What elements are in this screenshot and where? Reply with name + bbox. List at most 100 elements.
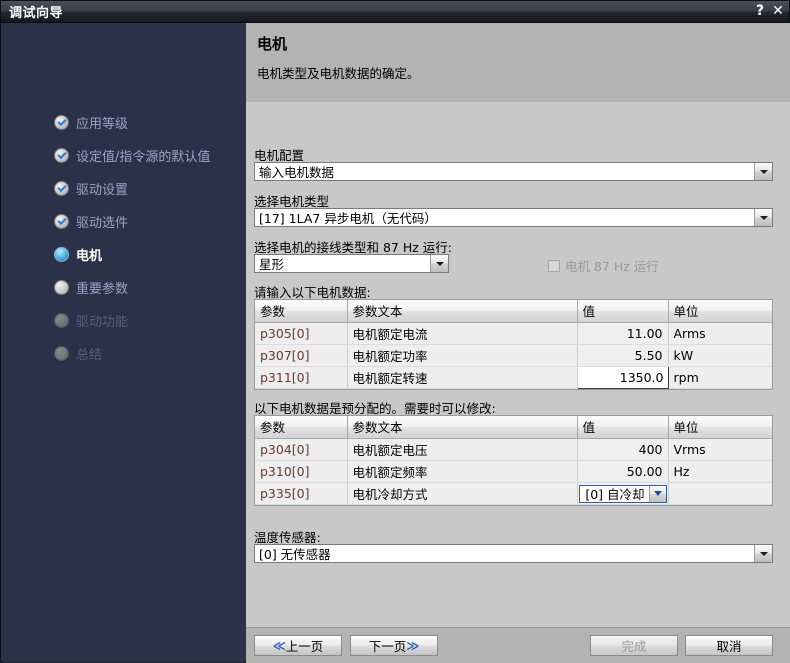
sidebar-item-label: 重要参数 xyxy=(76,281,129,297)
cell-unit: Arms xyxy=(668,322,772,345)
sidebar-item-label: 设定值/指令源的默认值 xyxy=(76,149,211,165)
cell-value[interactable]: 50.00 xyxy=(577,460,669,483)
sidebar-item-summary: 总结 xyxy=(54,344,102,363)
sidebar-item-drive-options[interactable]: 驱动选件 xyxy=(54,212,129,231)
sidebar-item-drive-settings[interactable]: 驱动设置 xyxy=(54,179,129,198)
hz87-checkbox-label: 电机 87 Hz 运行 xyxy=(565,259,659,274)
col-header-unit[interactable]: 单位 xyxy=(668,300,772,323)
sidebar-item-motor[interactable]: 电机 xyxy=(54,245,103,264)
col-header-param-text[interactable]: 参数文本 xyxy=(347,300,578,323)
col-header-param-text[interactable]: 参数文本 xyxy=(347,416,578,439)
sidebar-item-important-parameters[interactable]: 重要参数 xyxy=(54,278,129,297)
cell-param: p307[0] xyxy=(255,344,348,367)
checkbox-box-icon xyxy=(548,259,560,272)
chevron-down-icon[interactable] xyxy=(430,255,448,272)
next-arrow-icon: ≫ xyxy=(406,638,420,653)
sidebar-item-setpoint-defaults[interactable]: 设定值/指令源的默认值 xyxy=(54,146,211,165)
col-header-value[interactable]: 值 xyxy=(577,416,669,439)
col-header-unit[interactable]: 单位 xyxy=(668,416,772,439)
table-row: p305[0] 电机额定电流 11.00 Arms xyxy=(255,322,772,345)
table-row: p307[0] 电机额定功率 5.50 kW xyxy=(255,344,772,367)
table-row: p311[0] 电机额定转速 1350.0 rpm xyxy=(255,366,772,389)
close-icon[interactable]: ✕ xyxy=(769,2,787,20)
cooling-type-select[interactable]: [0] 自冷却 xyxy=(578,484,667,503)
finish-button: 完成 xyxy=(590,635,678,656)
cell-unit xyxy=(668,482,772,505)
previous-button[interactable]: ≪ 上一页 xyxy=(254,635,342,656)
previous-button-label: 上一页 xyxy=(285,639,324,654)
pane-footer: ≪ 上一页 下一页 ≫ 完成 取消 xyxy=(246,627,790,663)
cell-unit: Vrms xyxy=(668,438,772,461)
table-row: p310[0] 电机额定频率 50.00 Hz xyxy=(255,460,772,483)
motor-data-preassigned-table: 参数 参数文本 值 单位 p304[0] 电机额定电压 400 Vrms p31… xyxy=(254,415,773,506)
cell-param-text: 电机额定转速 xyxy=(347,366,578,389)
temp-sensor-value: [0] 无传感器 xyxy=(259,547,331,562)
cooling-type-value: [0] 自冷却 xyxy=(585,487,645,502)
cell-value[interactable]: 400 xyxy=(577,438,669,461)
chevron-down-icon[interactable] xyxy=(754,163,772,180)
finish-button-label: 完成 xyxy=(621,639,647,654)
cell-param: p305[0] xyxy=(255,322,348,345)
step-pending-icon xyxy=(54,279,69,295)
step-disabled-icon xyxy=(54,345,69,361)
cell-value[interactable]: 5.50 xyxy=(577,344,669,367)
title-bar: 调试向导 ? ✕ xyxy=(1,1,789,23)
help-icon[interactable]: ? xyxy=(751,2,769,20)
cell-param-text: 电机额定电压 xyxy=(347,438,578,461)
chevron-down-icon[interactable] xyxy=(754,209,772,226)
cancel-button[interactable]: 取消 xyxy=(685,635,773,656)
sidebar-item-label: 电机 xyxy=(76,248,103,264)
title-bar-buttons: ? ✕ xyxy=(751,2,787,20)
sidebar-item-label: 驱动选件 xyxy=(76,215,129,231)
next-button-label: 下一页 xyxy=(368,639,407,654)
pane-header: 电机 电机类型及电机数据的确定。 xyxy=(246,23,790,102)
next-button[interactable]: 下一页 ≫ xyxy=(350,635,438,656)
connection-type-value: 星形 xyxy=(259,257,285,272)
motor-type-value: [17] 1LA7 异步电机（无代码） xyxy=(259,211,437,226)
sidebar-item-label: 应用等级 xyxy=(76,116,129,132)
cell-param-text: 电机额定频率 xyxy=(347,460,578,483)
cell-param-text: 电机额定电流 xyxy=(347,322,578,345)
page-title: 电机 xyxy=(257,35,288,53)
content-pane: 电机 电机类型及电机数据的确定。 电机配置 输入电机数据 选择电机类型 [17]… xyxy=(246,23,790,663)
connection-type-select[interactable]: 星形 xyxy=(254,254,449,273)
motor-type-select[interactable]: [17] 1LA7 异步电机（无代码） xyxy=(254,208,773,227)
wizard-steps-sidebar: 应用等级 设定值/指令源的默认值 驱动设置 驱动选件 电机 重要参数 驱动功能 xyxy=(2,23,245,662)
cell-param: p310[0] xyxy=(255,460,348,483)
chevron-down-icon[interactable] xyxy=(648,485,666,502)
motor-config-value: 输入电机数据 xyxy=(259,165,335,180)
table-header-row: 参数 参数文本 值 单位 xyxy=(255,416,772,439)
wizard-window: 调试向导 ? ✕ 应用等级 设定值/指令源的默认值 驱动设置 驱动选件 电机 重… xyxy=(0,0,790,663)
sidebar-item-application-level[interactable]: 应用等级 xyxy=(54,113,129,132)
table-row: p304[0] 电机额定电压 400 Vrms xyxy=(255,438,772,461)
col-header-value[interactable]: 值 xyxy=(577,300,669,323)
cell-value-combo[interactable]: [0] 自冷却 xyxy=(577,482,669,505)
step-complete-icon xyxy=(54,180,69,196)
col-header-param[interactable]: 参数 xyxy=(255,300,348,323)
cell-unit: Hz xyxy=(668,460,772,483)
table-header-row: 参数 参数文本 值 单位 xyxy=(255,300,772,323)
sidebar-item-label: 驱动功能 xyxy=(76,314,129,330)
cell-param-text: 电机冷却方式 xyxy=(347,482,578,505)
cell-value[interactable]: 11.00 xyxy=(577,322,669,345)
hz87-checkbox: 电机 87 Hz 运行 xyxy=(548,256,659,275)
chevron-down-icon[interactable] xyxy=(754,545,772,562)
motor-config-select[interactable]: 输入电机数据 xyxy=(254,162,773,181)
table-row: p335[0] 电机冷却方式 [0] 自冷却 xyxy=(255,482,772,505)
motor-data-input-table: 参数 参数文本 值 单位 p305[0] 电机额定电流 11.00 Arms p… xyxy=(254,299,773,390)
sidebar-item-drive-functions: 驱动功能 xyxy=(54,311,129,330)
step-complete-icon xyxy=(54,213,69,229)
cell-unit: kW xyxy=(668,344,772,367)
step-complete-icon xyxy=(54,147,69,163)
sidebar-item-label: 驱动设置 xyxy=(76,182,129,198)
temp-sensor-select[interactable]: [0] 无传感器 xyxy=(254,544,773,563)
col-header-param[interactable]: 参数 xyxy=(255,416,348,439)
window-title: 调试向导 xyxy=(9,6,64,21)
cell-param-text: 电机额定功率 xyxy=(347,344,578,367)
cell-value-focused[interactable]: 1350.0 xyxy=(576,366,669,389)
page-subtitle: 电机类型及电机数据的确定。 xyxy=(257,66,420,81)
cancel-button-label: 取消 xyxy=(716,639,742,654)
cell-param: p304[0] xyxy=(255,438,348,461)
step-active-icon xyxy=(54,246,69,262)
prev-arrow-icon: ≪ xyxy=(272,638,286,653)
